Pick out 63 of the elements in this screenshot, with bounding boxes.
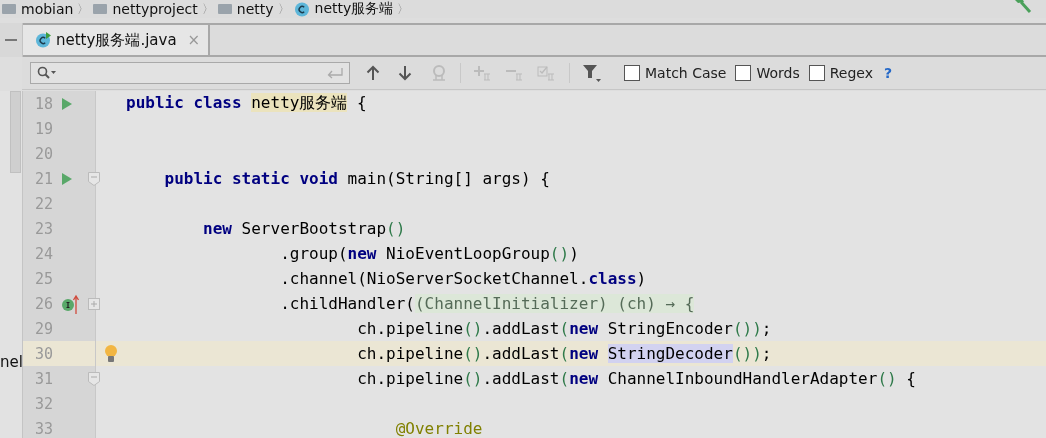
line-number: 26 (33, 294, 53, 313)
code-line: .channel(NioServerSocketChannel.class) (279, 269, 647, 288)
line-number: 22 (33, 194, 53, 213)
code-line: ch.pipeline().addLast(new ChannelInboundHandlerAdapter() { (356, 369, 916, 388)
run-icon[interactable] (61, 96, 73, 111)
arrow-down-icon[interactable] (398, 65, 412, 81)
class-icon (293, 1, 310, 17)
run-icon[interactable] (61, 171, 73, 186)
checkbox[interactable] (624, 65, 640, 81)
search-field[interactable] (30, 62, 350, 84)
line-number: 21 (33, 169, 53, 188)
panel-text: nel (0, 353, 23, 371)
code-line: .group(new NioEventLoopGroup()) (279, 244, 579, 263)
arrow-up-icon[interactable] (366, 65, 380, 81)
line-number: 30 (33, 344, 53, 363)
folder-icon (93, 4, 108, 14)
code-line: @Override (394, 419, 483, 438)
code-line: public static void main(String[] args) { (163, 169, 550, 188)
breadcrumb-item[interactable]: nettyproject (112, 1, 198, 17)
breadcrumb-item[interactable]: mobian (21, 1, 74, 17)
folder-icon (217, 4, 232, 14)
checkbox[interactable] (808, 65, 825, 81)
scrollbar-thumb[interactable] (10, 91, 21, 173)
add-selection-icon[interactable] (473, 65, 493, 81)
file-tab[interactable]: netty服务端.java × (23, 25, 211, 55)
line-number: 29 (33, 319, 53, 338)
chevron-icon: 〉 (397, 0, 410, 18)
folder-icon (2, 4, 16, 14)
expand-icon[interactable] (88, 297, 100, 310)
option-label: Regex (829, 65, 873, 81)
select-all-icon[interactable] (537, 65, 557, 81)
breadcrumb-item[interactable]: netty (236, 1, 274, 17)
line-number: 33 (33, 419, 53, 438)
code-line: ch.pipeline().addLast(new StringEncoder()); (356, 319, 772, 338)
option-label: Match Case (645, 65, 727, 81)
code-line: new ServerBootstrap() (202, 219, 406, 238)
line-number: 19 (33, 119, 53, 138)
line-number: 18 (33, 94, 53, 113)
fold-icon[interactable] (88, 371, 100, 386)
search-icon[interactable] (37, 66, 57, 80)
line-number: 32 (33, 394, 53, 413)
code-line: ch.pipeline().addLast(new StringDecoder()); (356, 344, 772, 363)
chevron-icon: 〉 (77, 0, 90, 18)
class-icon (35, 32, 51, 48)
occurrences-icon[interactable] (430, 65, 448, 81)
line-number: 31 (33, 369, 53, 388)
code-line: public class netty服务端 { (126, 93, 367, 114)
enter-icon (327, 67, 343, 79)
implement-icon[interactable] (61, 293, 81, 314)
help-link[interactable]: ? (884, 65, 893, 81)
option-label: Words (756, 65, 800, 81)
line-number: 20 (33, 144, 53, 163)
line-number: 25 (33, 269, 53, 288)
chevron-icon: 〉 (277, 0, 290, 18)
minimize-icon[interactable] (5, 39, 17, 41)
breadcrumb-item[interactable]: netty服务端 (314, 0, 394, 18)
line-number: 24 (33, 244, 53, 263)
chevron-icon: 〉 (201, 0, 214, 18)
lightbulb-icon[interactable] (104, 343, 118, 364)
line-number: 23 (33, 219, 53, 238)
filter-icon[interactable] (582, 64, 602, 82)
fold-icon[interactable] (88, 171, 100, 186)
checkbox[interactable] (735, 65, 752, 81)
